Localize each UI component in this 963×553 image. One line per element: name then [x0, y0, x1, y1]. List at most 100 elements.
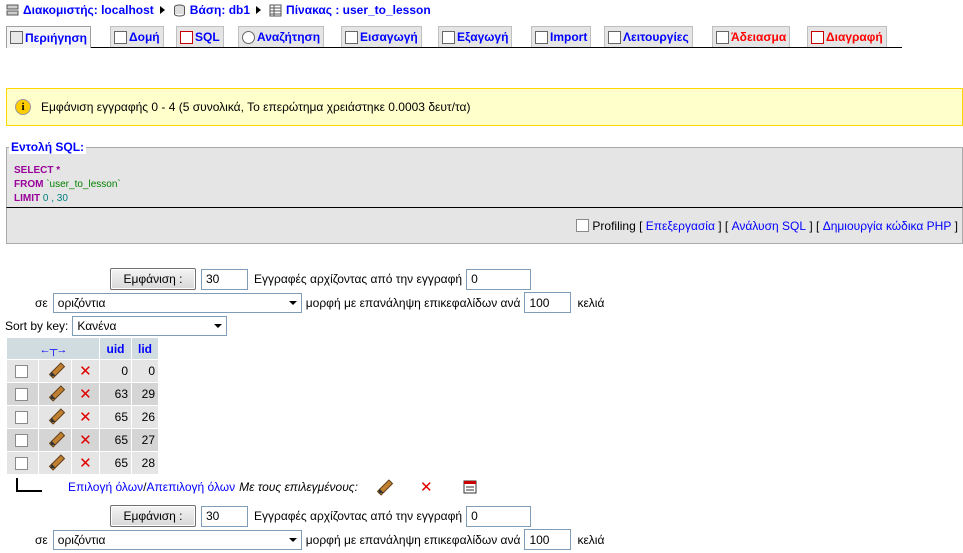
cell-uid: 63 [100, 383, 131, 405]
in-label-bottom: σε [35, 532, 48, 547]
edit-pencil-icon[interactable] [48, 432, 62, 446]
rows-count-input[interactable]: 30 [201, 268, 248, 290]
repeat-headers-input-bottom[interactable]: 100 [524, 529, 572, 550]
cell-uid: 65 [100, 429, 131, 451]
tab-browse[interactable]: Περιήγηση [6, 26, 91, 48]
table-row: ✕ 0 0 [7, 360, 158, 382]
breadcrumb-arrow-icon [159, 6, 165, 14]
edit-pencil-icon[interactable] [48, 455, 62, 469]
sort-label: Sort by key: [5, 319, 69, 333]
display-mode-select-bottom[interactable]: οριζόντια [52, 529, 302, 550]
display-mode-select[interactable]: οριζόντια [52, 292, 302, 313]
row-checkbox[interactable] [14, 388, 28, 402]
drop-icon [811, 30, 824, 44]
show-button-bottom[interactable]: Εμφάνιση : [110, 505, 196, 527]
tab-search[interactable]: Αναζήτηση [238, 26, 325, 47]
edit-pencil-icon[interactable] [48, 363, 62, 377]
operations-icon [608, 30, 621, 44]
delete-x-icon[interactable]: ✕ [79, 408, 92, 426]
sql-select-keyword: SELECT [14, 165, 54, 176]
cell-lid: 0 [132, 360, 158, 382]
explain-sql-link[interactable]: Ανάλυση SQL [732, 219, 806, 233]
cell-uid: 0 [100, 360, 131, 382]
bent-arrow-icon [16, 478, 42, 492]
delete-x-icon[interactable]: ✕ [79, 431, 92, 449]
cells-label: κελιά [577, 295, 605, 310]
edit-pencil-icon[interactable] [48, 386, 62, 400]
cell-lid: 26 [132, 406, 158, 428]
show-button[interactable]: Εμφάνιση : [110, 268, 196, 290]
search-icon [242, 30, 255, 44]
sql-code: SELECT * FROM `user_to_lesson` LIMIT 0 ,… [14, 164, 121, 206]
rows-label: Εγγραφές αρχίζοντας από την εγγραφή [254, 272, 463, 286]
column-header-lid[interactable]: lid [132, 338, 158, 359]
tab-insert[interactable]: Εισαγωγή [341, 26, 422, 47]
table-icon [269, 4, 282, 16]
insert-icon [345, 30, 358, 44]
sort-key-value: Κανένα [77, 319, 117, 333]
start-row-input[interactable]: 0 [466, 268, 532, 290]
delete-x-icon[interactable]: ✕ [79, 454, 92, 472]
repeat-headers-input[interactable]: 100 [524, 292, 572, 313]
tab-sql[interactable]: SQL [176, 26, 224, 47]
tab-export[interactable]: Εξαγωγή [438, 26, 513, 47]
breadcrumb-table[interactable]: Πίνακας : user_to_lesson [286, 3, 431, 17]
cell-lid: 28 [132, 452, 158, 474]
edit-pencil-icon[interactable] [48, 409, 62, 423]
uncheck-all-link[interactable]: Απεπιλογή όλων [146, 480, 235, 494]
edit-query-link[interactable]: Επεξεργασία [646, 219, 715, 233]
cell-uid: 65 [100, 406, 131, 428]
profiling-checkbox[interactable] [576, 219, 590, 232]
table-row: ✕ 65 28 [7, 452, 158, 474]
sort-key-select[interactable]: Κανένα [72, 316, 228, 336]
table-row: ✕ 63 29 [7, 383, 158, 405]
chevron-down-icon [288, 537, 297, 542]
sql-icon [180, 30, 193, 44]
export-selected-icon[interactable] [463, 480, 477, 494]
rows-label-bottom: Εγγραφές αρχίζοντας από την εγγραφή [254, 509, 463, 523]
start-row-input-bottom[interactable]: 0 [466, 505, 532, 527]
tab-operations[interactable]: Λειτουργίες [604, 26, 693, 47]
import-icon [535, 30, 548, 44]
create-php-code-link[interactable]: Δημιουργία κώδικα PHP [823, 219, 952, 233]
row-checkbox[interactable] [14, 365, 28, 379]
profiling-label: Profiling [592, 218, 636, 233]
display-mode-value-bottom: οριζόντια [57, 532, 106, 547]
arrows-icon: ←┬→ [39, 343, 68, 356]
sql-query-box: Εντολή SQL: SELECT * FROM `user_to_lesso… [6, 140, 963, 207]
tab-drop[interactable]: Διαγραφή [807, 26, 887, 47]
chevron-down-icon [288, 300, 297, 305]
rows-count-input-bottom[interactable]: 30 [201, 505, 248, 527]
sql-limit-values: 0 , 30 [40, 193, 68, 204]
breadcrumb-database[interactable]: Βάση: db1 [190, 3, 250, 17]
empty-icon [716, 30, 729, 44]
check-all-link[interactable]: Επιλογή όλων [68, 480, 143, 494]
browse-icon [10, 31, 23, 44]
table-row: ✕ 65 27 [7, 429, 158, 451]
delete-x-icon[interactable]: ✕ [79, 362, 92, 380]
multi-select-bar: Επιλογή όλων / Απεπιλογή όλων Με τους επ… [16, 478, 477, 495]
tab-empty[interactable]: Άδειασμα [712, 26, 791, 47]
column-resize-arrows[interactable]: ←┬→ [7, 338, 99, 359]
cell-lid: 29 [132, 383, 158, 405]
cell-uid: 65 [100, 452, 131, 474]
breadcrumb-arrow-icon [256, 6, 262, 14]
in-label: σε [35, 295, 48, 310]
sql-limit-keyword: LIMIT [14, 193, 41, 204]
delete-x-icon[interactable]: ✕ [79, 385, 92, 403]
database-icon [173, 4, 185, 16]
delete-selected-x-icon[interactable]: ✕ [420, 480, 433, 495]
with-selected-label: Με τους επιλεγμένους: [239, 480, 358, 494]
sql-table-name: `user_to_lesson` [43, 179, 121, 190]
tab-import[interactable]: Import [531, 26, 592, 47]
nav-form-top-mode: σε οριζόντια μορφή με επανάληψη επικεφαλ… [35, 292, 604, 313]
row-checkbox[interactable] [14, 434, 28, 448]
column-header-uid[interactable]: uid [100, 338, 131, 359]
tab-structure[interactable]: Δομή [110, 26, 164, 47]
display-mode-value: οριζόντια [57, 295, 106, 310]
row-checkbox[interactable] [14, 411, 28, 425]
breadcrumb-server[interactable]: Διακομιστής: localhost [23, 3, 154, 17]
row-checkbox[interactable] [14, 457, 28, 471]
edit-selected-pencil-icon[interactable] [376, 480, 390, 494]
tab-bar: Περιήγηση Δομή SQL Αναζήτηση Εισαγωγή Εξ… [6, 26, 902, 48]
